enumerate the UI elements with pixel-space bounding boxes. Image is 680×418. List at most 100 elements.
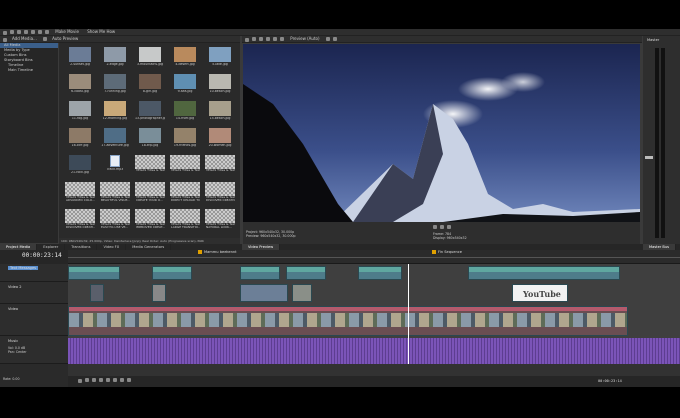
split-screen-icon[interactable] — [252, 37, 256, 41]
media-thumbnail — [205, 155, 235, 169]
overlays-icon[interactable] — [273, 37, 277, 41]
media-item[interactable]: 20-women.jpg — [205, 127, 235, 155]
track-name[interactable]: Video 2 — [8, 285, 22, 289]
media-item[interactable]: VEGAS Titles & Text DISCOVER CREATIV... — [205, 181, 235, 209]
media-item[interactable]: 19-friends.jpg — [170, 127, 200, 155]
media-filename: VEGAS Titles & Text EASY-TO-USE VE... — [101, 223, 130, 230]
media-item[interactable]: 16-cliff.jpg — [65, 127, 95, 155]
media-item[interactable]: 21-rock.jpg — [65, 154, 95, 182]
media-item[interactable]: 4-desert.jpg — [170, 46, 200, 74]
auto-preview-toggle[interactable]: Auto Preview — [50, 36, 80, 41]
media-item[interactable]: 8-girl.jpg — [135, 73, 165, 101]
media-item[interactable]: 5-lake.jpg — [205, 46, 235, 74]
play-icon[interactable] — [99, 377, 103, 382]
media-item[interactable]: 6-coast.jpg — [65, 73, 95, 101]
select-tool-icon[interactable] — [38, 30, 42, 34]
marker-1[interactable] — [198, 250, 202, 254]
redo-icon[interactable] — [31, 30, 35, 34]
media-item[interactable]: 10-beach.jpg — [205, 73, 235, 101]
record-icon[interactable] — [78, 379, 82, 383]
media-item[interactable]: 14-river.jpg — [170, 100, 200, 128]
media-thumbnail — [209, 47, 231, 62]
grid-icon[interactable] — [332, 37, 337, 41]
track-name[interactable]: Video — [8, 307, 18, 311]
media-item[interactable]: VEGAS Titles & Text NATURAL LOOK... — [205, 208, 235, 236]
media-item[interactable]: 17-adventure.jpg — [100, 127, 130, 155]
pause-icon[interactable] — [106, 377, 110, 382]
text-clip[interactable] — [358, 266, 402, 280]
text-clip[interactable] — [152, 266, 192, 280]
text-clip[interactable] — [68, 266, 120, 280]
video-clip[interactable] — [68, 306, 628, 336]
video2-clip[interactable] — [240, 284, 288, 302]
media-item[interactable]: 11-fog.jpg — [65, 100, 95, 128]
make-movie-button[interactable]: Make Movie — [53, 29, 81, 34]
text-clip[interactable] — [240, 266, 280, 280]
timeline-ruler[interactable]: Mammu beekennt Fin Sequence — [68, 250, 680, 264]
go-to-start-icon[interactable] — [120, 377, 124, 382]
loop-playback-icon[interactable] — [85, 377, 89, 382]
media-item[interactable]: VEGAS Titles & Text EASY-TO-USE VE... — [100, 208, 130, 236]
copy-snapshot-icon[interactable] — [259, 37, 263, 41]
preview-quality-icon[interactable] — [280, 37, 284, 41]
trim-tool-icon[interactable] — [45, 30, 49, 34]
preview-quality-dropdown[interactable]: Preview (Auto) — [288, 36, 321, 41]
text-clip[interactable] — [468, 266, 620, 280]
media-thumbnail — [104, 47, 126, 62]
play-from-start-icon[interactable] — [92, 377, 96, 382]
video2-clip[interactable] — [90, 284, 104, 302]
video2-clip[interactable] — [292, 284, 312, 302]
media-item[interactable]: 13-photographer.jpg — [135, 100, 165, 128]
add-media-button[interactable]: Add Media... — [10, 36, 39, 41]
media-item[interactable]: VEGAS Titles & Text LARGE TRANSITIO... — [170, 208, 200, 236]
youtube-clip[interactable]: YouTube — [512, 284, 568, 302]
track-name[interactable]: Music — [8, 339, 18, 343]
stop-icon[interactable] — [113, 377, 117, 382]
track-header-video[interactable]: Video — [0, 304, 68, 336]
text-clip[interactable] — [286, 266, 326, 280]
marker-2[interactable] — [432, 250, 436, 254]
music-clip[interactable] — [68, 338, 680, 364]
media-item[interactable]: 12-morning.jpg — [100, 100, 130, 128]
loop-icon[interactable] — [447, 225, 451, 229]
show-me-how-button[interactable]: Show Me How — [85, 29, 117, 34]
video2-clip[interactable] — [152, 284, 166, 302]
new-project-icon[interactable] — [3, 30, 7, 35]
media-item[interactable]: 18-trip.jpg — [135, 127, 165, 155]
save-snapshot-icon[interactable] — [266, 37, 270, 41]
media-item[interactable]: 15-beach.jpg — [205, 100, 235, 128]
media-item[interactable]: VEGAS Titles & Text ADVANCED COLO... — [65, 181, 95, 209]
media-item[interactable]: VEGAS Titles & Text CREATE YOUR O... — [135, 181, 165, 209]
playhead[interactable] — [408, 264, 409, 364]
save-icon[interactable] — [17, 30, 21, 34]
media-item[interactable]: 2-edge.jpg — [100, 46, 130, 74]
track-name[interactable]: Text Messages — [8, 266, 39, 270]
media-item[interactable]: VEGAS Titles & Text IMPROVED CREAT... — [135, 208, 165, 236]
media-filename: VEGAS Titles & Text CREATE YOUR O... — [136, 196, 165, 203]
media-item[interactable]: 3-mountains.jpg — [135, 46, 165, 74]
media-item[interactable]: 2-sunset.jpg — [65, 46, 95, 74]
media-item[interactable]: 9-sea.jpg — [170, 73, 200, 101]
media-item[interactable]: 7-running.jpg — [100, 73, 130, 101]
media-item[interactable]: VEGAS Titles & Text 42 — [170, 154, 200, 182]
go-to-end-icon[interactable] — [127, 377, 131, 382]
external-monitor-icon[interactable] — [325, 37, 330, 41]
tree-item[interactable]: Main Timeline — [0, 68, 58, 73]
track-header-music[interactable]: Music Vol: 0.0 dB Pan: Center — [0, 336, 68, 364]
undo-icon[interactable] — [24, 30, 28, 34]
media-item[interactable]: VEGAS Titles & Text 43 — [205, 154, 235, 182]
media-thumbnail — [104, 74, 126, 89]
media-item[interactable]: VEGAS Titles & Text BEAUTIFUL VISUE... — [100, 181, 130, 209]
media-item[interactable]: VEGAS Titles & Text DISCOVER CREATI... — [65, 208, 95, 236]
track-header-text[interactable]: Text Messages — [0, 264, 68, 282]
preview-settings-icon[interactable] — [245, 37, 249, 42]
media-item[interactable]: VEGAS Titles & Text DIRECT UPLOAD TO — [170, 181, 200, 209]
master-fader[interactable] — [645, 156, 653, 159]
stop-icon[interactable] — [440, 225, 444, 229]
media-thumbnail — [209, 74, 231, 89]
media-item[interactable]: Track.mp3 — [100, 154, 130, 182]
track-header-video2[interactable]: Video 2 — [0, 282, 68, 304]
media-item[interactable]: VEGAS Titles & Text 41 — [135, 154, 165, 182]
play-icon[interactable] — [433, 225, 437, 229]
open-icon[interactable] — [10, 30, 14, 34]
